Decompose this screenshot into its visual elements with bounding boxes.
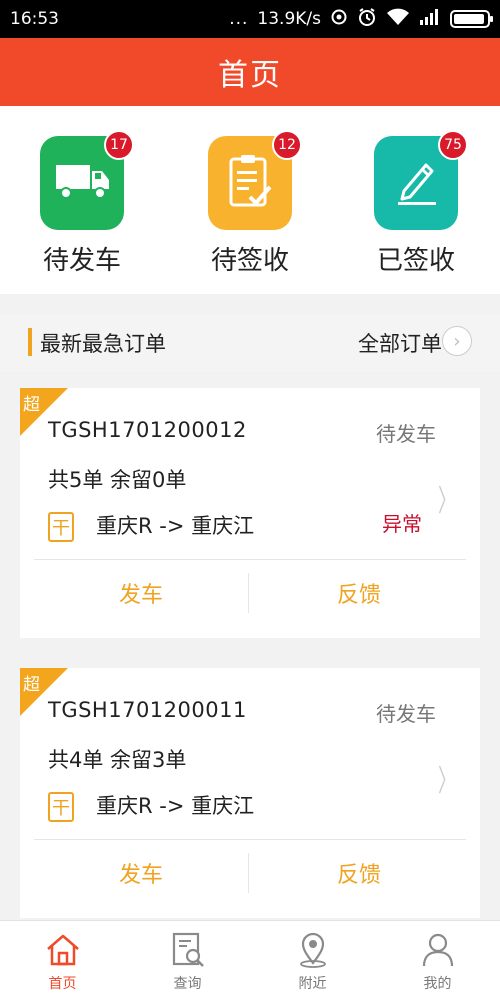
bottom-nav: 首页 查询 附近 我的: [0, 920, 500, 1000]
home-icon: [43, 929, 83, 971]
nav-label: 附近: [298, 975, 327, 992]
quick-actions: 17 待发车 12 待签收 75 已签收: [0, 106, 500, 294]
dispatch-button[interactable]: 发车: [34, 560, 248, 626]
nav-item-search[interactable]: 查询: [125, 921, 250, 1000]
chevron-right-icon[interactable]: ›: [442, 326, 472, 356]
nav-item-home[interactable]: 首页: [0, 921, 125, 1000]
header-bar: 首页: [0, 38, 500, 106]
order-card[interactable]: 超 TGSH1701200011 待发车 共4单 余留3单 干 重庆R -> 重…: [20, 668, 480, 918]
order-route: 重庆R -> 重庆江: [96, 794, 255, 818]
status-time: 16:53: [10, 9, 59, 29]
signal-icon: [419, 8, 441, 31]
status-dots: ...: [229, 9, 249, 29]
status-bar: 16:53 ... 13.9K/s: [0, 0, 500, 38]
section-accent-bar: [28, 328, 32, 356]
quick-action-label: 已签收: [376, 246, 455, 276]
badge-count: 12: [272, 130, 302, 160]
feedback-button[interactable]: 反馈: [252, 560, 466, 626]
trunk-route-icon: 干: [48, 512, 74, 542]
status-right: ... 13.9K/s: [229, 7, 493, 32]
nav-label: 我的: [423, 975, 452, 992]
network-speed: 13.9K/s: [257, 9, 321, 29]
badge-count: 75: [438, 130, 468, 160]
nav-label: 首页: [48, 975, 77, 992]
chevron-right-icon[interactable]: 〉: [438, 476, 456, 520]
chevron-right-icon[interactable]: 〉: [438, 756, 456, 800]
order-status: 待发车: [376, 422, 436, 446]
pen-icon: [390, 155, 442, 211]
location-pin-icon: [293, 929, 333, 971]
nav-label: 查询: [173, 975, 202, 992]
order-status: 待发车: [376, 702, 436, 726]
order-count: 共4单 余留3单: [48, 748, 187, 772]
quick-action-icon-tile: 12: [208, 130, 302, 230]
alarm-icon: [357, 7, 377, 32]
section-header: 最新最急订单 全部订单 ›: [0, 314, 500, 372]
nav-item-profile[interactable]: 我的: [375, 921, 500, 1000]
battery-icon: [450, 10, 493, 28]
dispatch-button[interactable]: 发车: [34, 840, 248, 906]
all-orders-link[interactable]: 全部订单: [358, 328, 442, 358]
button-separator: [248, 573, 249, 613]
trunk-route-icon: 干: [48, 792, 74, 822]
order-number: TGSH1701200011: [48, 698, 247, 722]
button-separator: [248, 853, 249, 893]
quick-action-label: 待签收: [210, 246, 289, 276]
nav-item-nearby[interactable]: 附近: [250, 921, 375, 1000]
user-icon: [418, 929, 458, 971]
quick-action-label: 待发车: [42, 246, 121, 276]
quick-action-icon-tile: 17: [40, 130, 134, 230]
truck-icon: [52, 161, 112, 205]
search-doc-icon: [168, 929, 208, 971]
quick-action-pending-dispatch[interactable]: 17 待发车: [22, 130, 142, 277]
section-title: 最新最急订单: [40, 332, 166, 356]
order-number: TGSH1701200012: [48, 418, 247, 442]
exception-label: 异常: [382, 512, 422, 536]
sync-icon: [330, 8, 348, 31]
page-title: 首页: [218, 58, 282, 93]
quick-action-pending-sign[interactable]: 12 待签收: [190, 130, 310, 277]
urgent-corner-label: 超: [23, 395, 40, 415]
feedback-button[interactable]: 反馈: [252, 840, 466, 906]
clipboard-check-icon: [228, 153, 272, 213]
wifi-icon: [386, 8, 410, 31]
order-route: 重庆R -> 重庆江: [96, 514, 255, 538]
order-count: 共5单 余留0单: [48, 468, 187, 492]
urgent-corner-label: 超: [23, 675, 40, 695]
quick-action-icon-tile: 75: [374, 130, 468, 230]
order-card[interactable]: 超 TGSH1701200012 待发车 共5单 余留0单 干 重庆R -> 重…: [20, 388, 480, 638]
quick-action-signed[interactable]: 75 已签收: [356, 130, 476, 277]
badge-count: 17: [104, 130, 134, 160]
